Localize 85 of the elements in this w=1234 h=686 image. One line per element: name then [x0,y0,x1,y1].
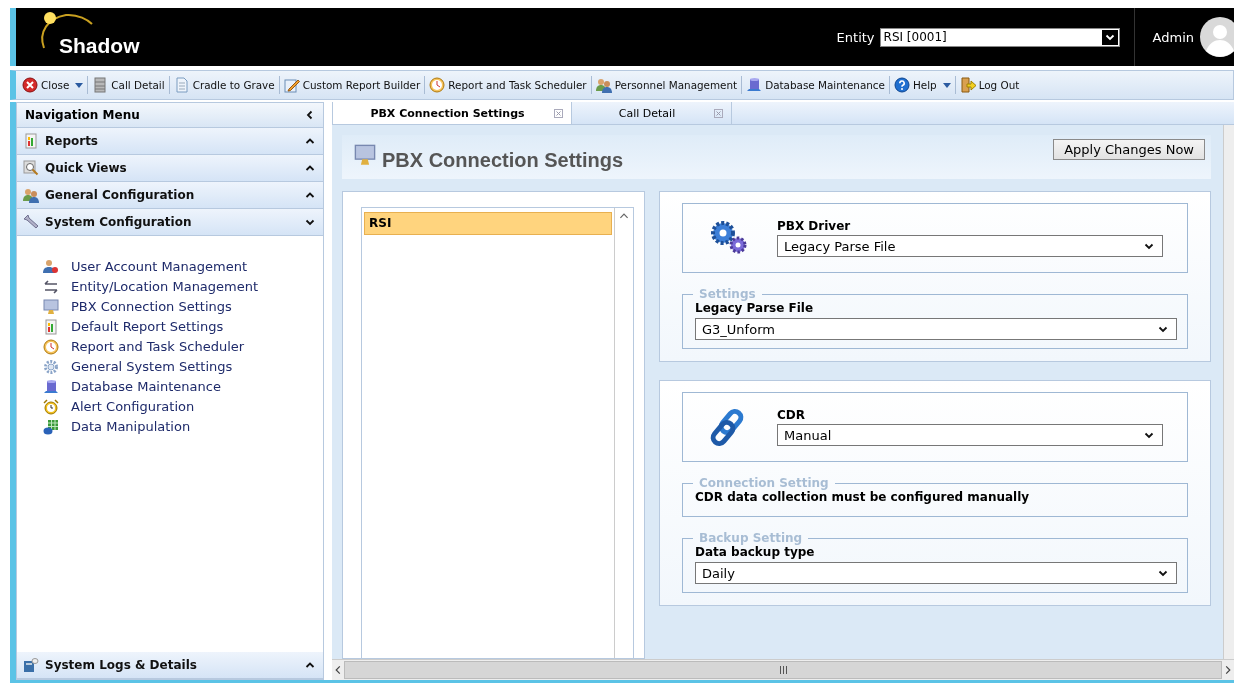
app-logo: Shadow [59,34,140,58]
menu-section[interactable]: System Logs & Details [17,652,323,679]
tab[interactable]: PBX Connection Settings [332,102,572,124]
exit-icon [959,77,976,93]
menu-section[interactable]: Reports [17,128,323,155]
menu-item[interactable]: General System Settings [43,358,323,375]
select-field[interactable]: Manual [777,424,1163,446]
alarm-clock-icon [43,398,59,415]
menu-item[interactable]: Alert Configuration [43,398,323,415]
dropdown-icon [1158,324,1168,334]
list-item[interactable]: RSI [364,212,612,235]
menu-section[interactable]: System Configuration [17,209,323,236]
field-label: Legacy Parse File [695,301,815,315]
caret-icon [942,82,951,88]
fieldset-legend: Settings [693,287,762,301]
field-label: Data backup type [695,545,816,559]
entity-select[interactable]: RSI [0001] [879,27,1120,47]
select-field[interactable]: Legacy Parse File [777,235,1163,257]
menu-item[interactable]: Data Manipulation [43,418,323,435]
toolbar-button[interactable]: Cradle to Grave [171,77,277,93]
menu-section[interactable]: General Configuration [17,182,323,209]
report-icon [23,133,39,149]
edit-icon [283,77,300,93]
close-icon[interactable] [554,108,563,118]
toolbar-button[interactable]: Call Detail [90,77,167,93]
info-text: CDR data collection must be configured manually [695,490,1031,506]
page-title: PBX Connection Settings [382,147,625,172]
menu-item[interactable]: Default Report Settings [43,318,323,335]
expand-icon [305,163,315,173]
wrench-icon [23,214,39,230]
monitor-icon [354,144,376,166]
grip-icon [778,666,788,674]
expand-icon [305,136,315,146]
search-icon [23,160,39,176]
database-icon [746,77,763,93]
collapse-icon [305,217,315,227]
menu-item[interactable]: Database Maintenance [43,378,323,395]
menu-item[interactable]: PBX Connection Settings [43,298,323,315]
toolbar-button[interactable]: Log Out [957,77,1022,93]
menu-item[interactable]: Entity/Location Management [43,278,323,295]
select-field[interactable]: G3_Unform [695,318,1177,340]
field-label: CDR [777,408,806,422]
toolbar-button[interactable]: Close [20,77,86,93]
field-label: PBX Driver [777,219,852,233]
clock-icon [43,338,59,355]
dropdown-icon [1158,568,1168,578]
navigation-title: Navigation Menu [25,108,140,122]
clock-icon [429,77,446,93]
collapse-icon[interactable] [305,110,315,120]
toolbar-button[interactable]: Database Maintenance [744,77,887,93]
table-icon [92,77,109,93]
toolbar-button[interactable]: Personnel Management [593,77,740,93]
toolbar-button[interactable]: Custom Report Builder [281,77,423,93]
close-icon [22,77,38,93]
dropdown-icon [1104,32,1115,42]
fieldset-legend: Connection Setting [693,476,835,490]
entity-label: Entity [836,29,875,45]
toolbar-button[interactable]: Report and Task Scheduler [427,77,589,93]
dropdown-icon [1144,430,1154,440]
monitor-icon [43,298,59,315]
menu-section[interactable]: Quick Views [17,155,323,182]
people-icon [23,187,39,203]
user-icon [43,258,59,275]
toolbar-button[interactable]: Help [891,77,953,93]
dropdown-icon [1144,241,1154,251]
spreadsheet-icon [43,418,59,435]
document-icon [173,77,190,93]
user-name: Admin [1152,29,1194,45]
apply-button[interactable]: Apply Changes Now [1053,139,1205,160]
logs-icon [23,657,39,673]
avatar-icon[interactable] [1200,17,1234,57]
gear-icon [43,358,59,375]
caret-icon [75,82,84,88]
fieldset-legend: Backup Setting [693,531,809,545]
expand-icon [305,660,315,670]
database-icon [43,378,59,395]
tab[interactable]: Call Detail [572,102,732,124]
arrows-icon [43,278,59,295]
help-icon [893,77,910,93]
report-icon [43,318,59,335]
people-icon [595,77,612,93]
menu-item[interactable]: User Account Management [43,258,323,275]
expand-icon [305,190,315,200]
select-field[interactable]: Daily [695,562,1177,584]
menu-item[interactable]: Report and Task Scheduler [43,338,323,355]
